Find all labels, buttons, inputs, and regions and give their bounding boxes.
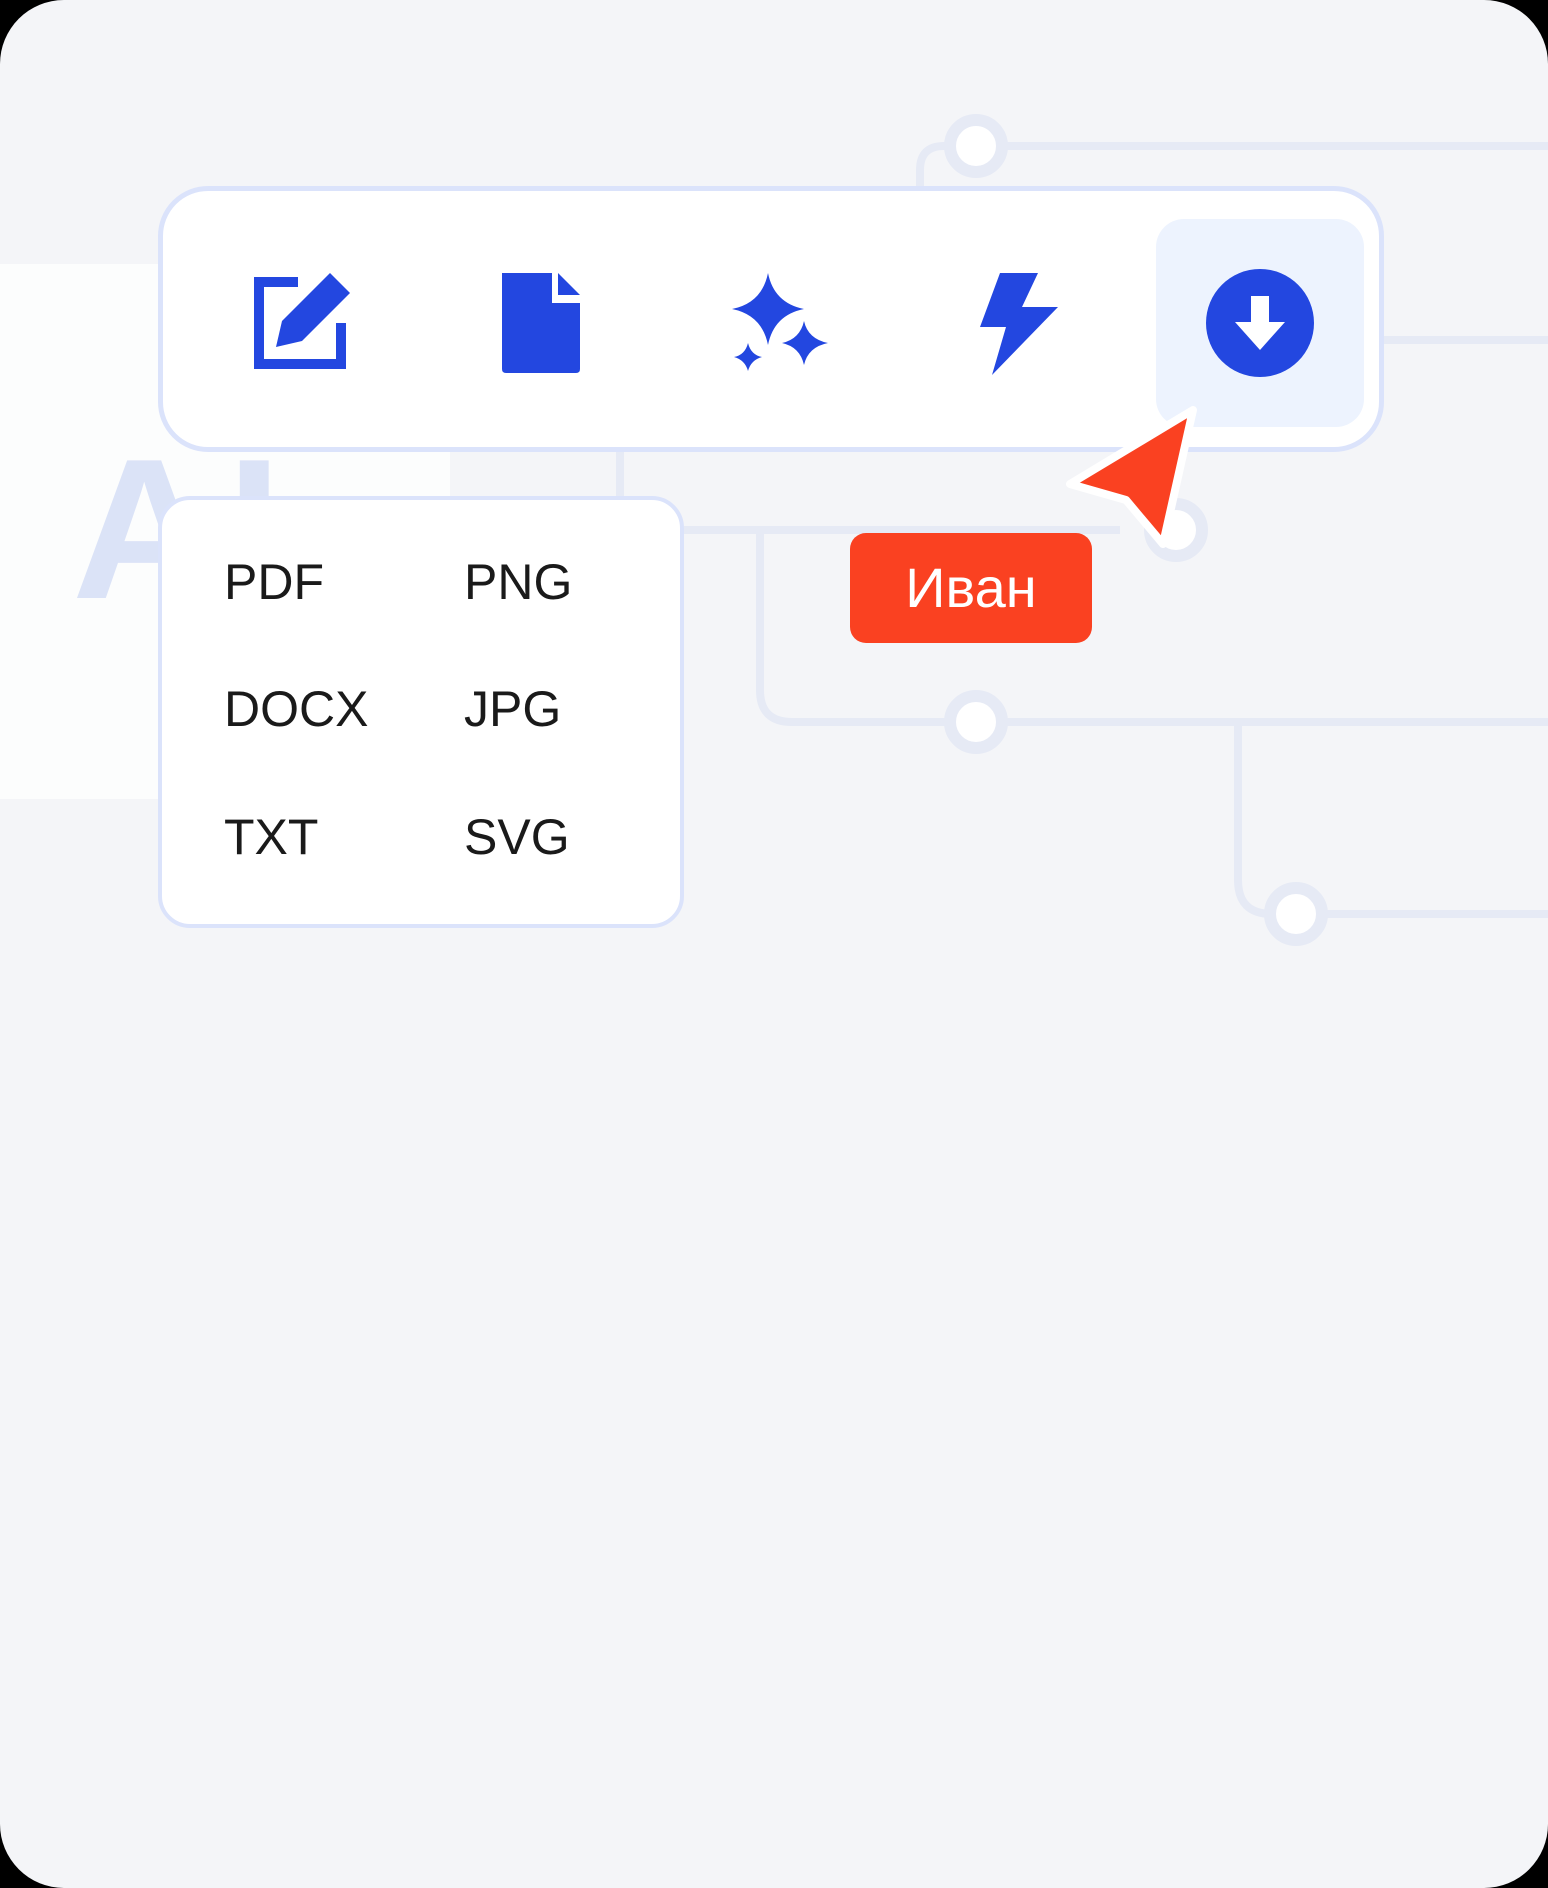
edit-icon — [254, 273, 350, 369]
format-option-txt[interactable]: TXT — [224, 807, 318, 867]
ai-sparkles-button[interactable] — [676, 219, 884, 427]
format-option-jpg[interactable]: JPG — [464, 679, 561, 739]
download-icon — [1206, 269, 1314, 377]
download-button[interactable] — [1156, 219, 1364, 427]
format-option-pdf[interactable]: PDF — [224, 552, 324, 612]
document-button[interactable] — [436, 219, 644, 427]
collaborator-name-tag: Иван — [850, 533, 1092, 643]
format-option-docx[interactable]: DOCX — [224, 679, 368, 739]
canvas-card: AI — [0, 0, 1548, 1888]
format-option-svg[interactable]: SVG — [464, 807, 570, 867]
document-icon — [502, 273, 580, 373]
sparkles-icon — [732, 273, 828, 371]
edit-button[interactable] — [196, 219, 404, 427]
lightning-icon — [980, 273, 1058, 375]
format-option-png[interactable]: PNG — [464, 552, 572, 612]
quick-action-button[interactable] — [916, 219, 1124, 427]
export-format-menu: PDF PNG DOCX JPG TXT SVG — [158, 496, 684, 928]
